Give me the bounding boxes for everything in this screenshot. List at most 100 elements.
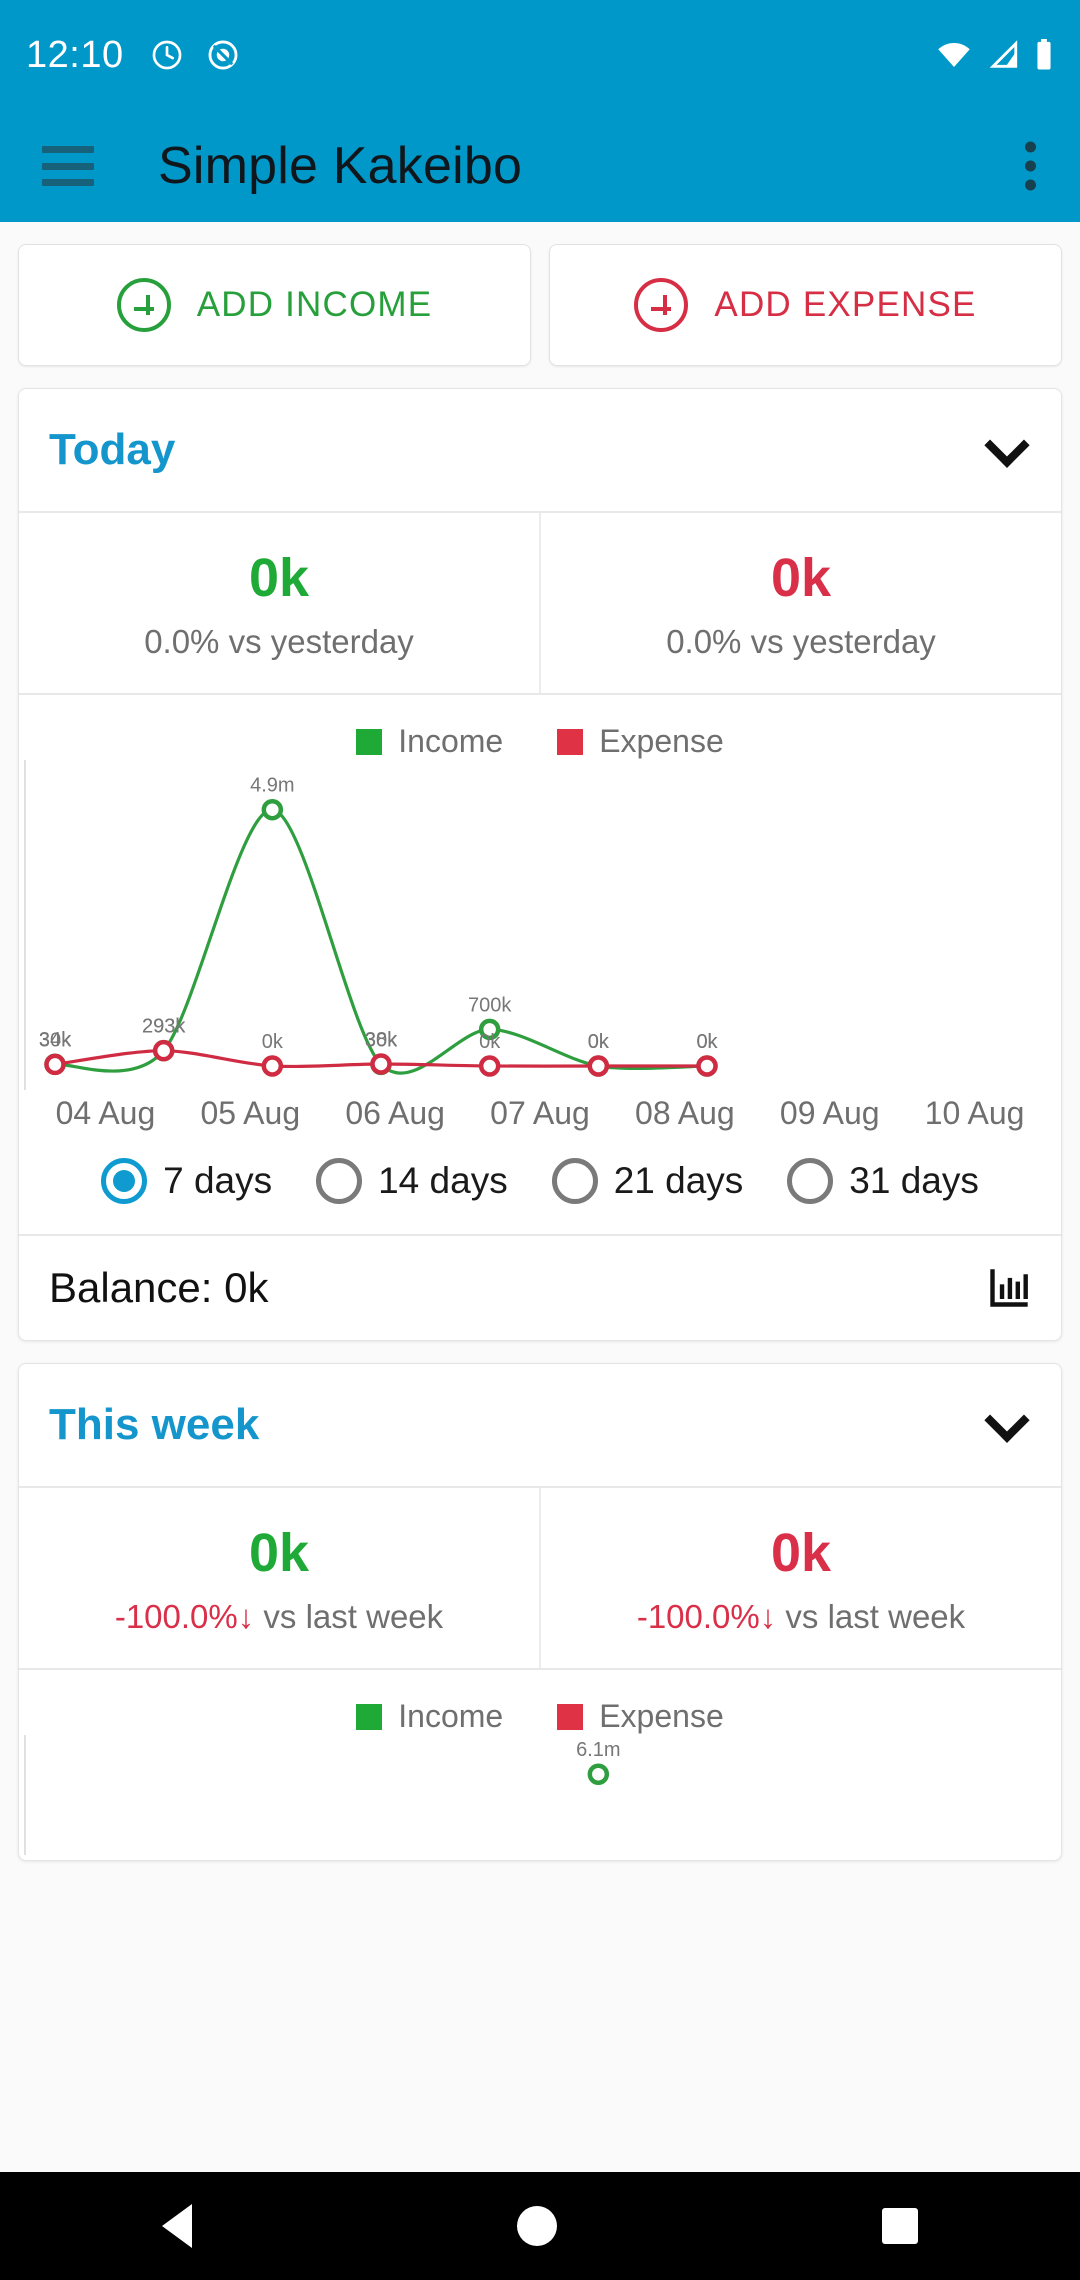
battery-icon	[1037, 39, 1051, 70]
quick-actions: ADD INCOME ADD EXPENSE	[18, 222, 1062, 366]
svg-text:293k: 293k	[142, 1016, 186, 1038]
plus-circle-icon	[634, 278, 689, 332]
today-card-header[interactable]: Today	[19, 389, 1061, 511]
today-card-title: Today	[49, 425, 176, 474]
range-option-14-days[interactable]: 14 days	[294, 1158, 530, 1205]
svg-text:0k: 0k	[262, 1031, 284, 1053]
svg-text:38k: 38k	[365, 1029, 398, 1051]
range-label: 31 days	[849, 1160, 979, 1202]
chevron-down-icon[interactable]	[984, 1397, 1030, 1443]
page-title: Simple Kakeibo	[158, 137, 523, 195]
today-income-sub: 0.0% vs yesterday	[144, 623, 414, 661]
chevron-down-icon[interactable]	[984, 422, 1030, 468]
today-chart[interactable]: 34k 293k 4.9m 30k 700k 0k 0k 30k 293k 0k 38k 0k 0k 0k	[19, 760, 1061, 1095]
sub-text: vs last week	[254, 1598, 444, 1636]
legend-income-label: Income	[398, 1698, 504, 1735]
legend-income-label: Income	[398, 723, 504, 760]
hamburger-menu-icon[interactable]	[42, 146, 94, 186]
radio-icon[interactable]	[101, 1158, 148, 1205]
legend-expense-label: Expense	[599, 1698, 724, 1735]
radio-icon[interactable]	[787, 1158, 834, 1205]
status-clock: 12:10	[26, 33, 124, 76]
this-week-expense-value: 0k	[770, 1523, 832, 1584]
svg-text:6.1m: 6.1m	[576, 1739, 620, 1761]
plus-circle-icon	[116, 278, 171, 332]
range-radio-group: 7 days 14 days 21 days 31 days	[19, 1132, 1061, 1234]
xaxis-tick: 07 Aug	[490, 1095, 590, 1132]
alarm-clock-icon	[152, 40, 181, 70]
today-expense-stat: 0k 0.0% vs yesterday	[539, 513, 1061, 694]
today-chart-legend: Income Expense	[19, 695, 1061, 760]
svg-text:0k: 0k	[696, 1031, 718, 1053]
legend-income-swatch	[356, 728, 383, 755]
radio-icon[interactable]	[316, 1158, 363, 1205]
today-stats: 0k 0.0% vs yesterday 0k 0.0% vs yesterda…	[19, 513, 1061, 694]
xaxis-tick: 06 Aug	[345, 1095, 445, 1132]
xaxis-tick: 08 Aug	[635, 1095, 735, 1132]
svg-text:0k: 0k	[588, 1031, 610, 1053]
xaxis-tick: 05 Aug	[200, 1095, 301, 1132]
xaxis-tick: 09 Aug	[779, 1095, 880, 1132]
today-line-chart-svg: 34k293k4.9m30k700k0k 0k30k293k0k 38k 0k 0k 0k	[24, 760, 719, 1091]
status-bar: 12:10	[0, 0, 1080, 110]
range-label: 14 days	[378, 1160, 508, 1202]
this-week-income-stat: 0k -100.0%↓ vs last week	[19, 1488, 539, 1668]
range-label: 21 days	[613, 1160, 744, 1202]
cellular-signal-icon	[989, 40, 1018, 68]
this-week-stats: 0k -100.0%↓ vs last week 0k -100.0%↓ vs …	[19, 1488, 1061, 1669]
xaxis-tick: 10 Aug	[924, 1095, 1025, 1132]
today-expense-value: 0k	[770, 548, 832, 608]
status-left-icons	[150, 38, 240, 72]
svg-text:0k: 0k	[479, 1031, 501, 1053]
this-week-card-title: This week	[49, 1400, 260, 1450]
app-bar: Simple Kakeibo	[0, 110, 1080, 222]
this-week-expense-sub: -100.0%↓ vs last week	[551, 1598, 1051, 1636]
sub-text: vs last week	[776, 1598, 966, 1636]
range-label: 7 days	[163, 1160, 273, 1202]
svg-text:4.9m: 4.9m	[250, 775, 294, 797]
today-chart-xaxis: 04 Aug 05 Aug 06 Aug 07 Aug 08 Aug 09 Au…	[19, 1095, 1061, 1132]
svg-text:700k: 700k	[468, 994, 512, 1016]
this-week-chart[interactable]: 6.1m	[19, 1735, 1061, 1860]
this-week-card: This week 0k -100.0%↓ vs last week 0k -1…	[18, 1363, 1062, 1862]
bar-chart-icon[interactable]	[987, 1266, 1031, 1310]
delta-badge: -100.0%↓	[114, 1598, 255, 1636]
status-right-icons	[936, 39, 1054, 71]
this-week-income-value: 0k	[248, 1523, 310, 1584]
home-icon[interactable]	[516, 2206, 557, 2246]
wifi-icon	[938, 43, 970, 67]
this-week-expense-stat: 0k -100.0%↓ vs last week	[539, 1488, 1061, 1669]
legend-expense-swatch	[557, 1703, 584, 1730]
radio-icon[interactable]	[551, 1158, 598, 1205]
svg-text:30k: 30k	[39, 1030, 72, 1052]
range-option-31-days[interactable]: 31 days	[765, 1158, 1001, 1205]
add-expense-button[interactable]: ADD EXPENSE	[549, 244, 1062, 366]
legend-expense-swatch	[557, 728, 584, 755]
this-week-chart-legend: Income Expense	[19, 1670, 1061, 1735]
do-not-disturb-icon	[208, 40, 238, 70]
range-option-7-days[interactable]: 7 days	[79, 1158, 294, 1205]
xaxis-tick: 04 Aug	[55, 1095, 156, 1132]
today-income-value: 0k	[248, 548, 310, 608]
today-expense-sub: 0.0% vs yesterday	[666, 623, 936, 661]
back-icon[interactable]	[162, 2204, 193, 2248]
today-card: Today 0k 0.0% vs yesterday 0k 0.0% vs ye…	[18, 388, 1062, 1342]
scroll-content: ADD INCOME ADD EXPENSE Today 0k 0.0% vs …	[0, 222, 1080, 1862]
add-income-label: ADD INCOME	[196, 285, 433, 324]
legend-income-swatch	[356, 1703, 383, 1730]
add-income-button[interactable]: ADD INCOME	[18, 244, 531, 366]
recents-icon[interactable]	[881, 2208, 918, 2244]
this-week-card-header[interactable]: This week	[19, 1364, 1061, 1486]
range-option-21-days[interactable]: 21 days	[530, 1158, 766, 1205]
more-vertical-icon[interactable]	[1025, 141, 1036, 191]
this-week-income-sub: -100.0%↓ vs last week	[29, 1598, 529, 1636]
today-income-stat: 0k 0.0% vs yesterday	[19, 513, 539, 693]
delta-badge: -100.0%↓	[636, 1598, 777, 1636]
app-screen: 12:10 Simple Kakeibo ADD INCOME ADD EXPE…	[0, 0, 1080, 2280]
today-balance-row: Balance: 0k	[19, 1236, 1061, 1340]
this-week-line-chart-svg: 6.1m	[24, 1735, 621, 1856]
android-nav-bar	[0, 2172, 1080, 2280]
today-balance-label: Balance: 0k	[49, 1264, 269, 1312]
legend-expense-label: Expense	[599, 723, 724, 760]
add-expense-label: ADD EXPENSE	[714, 285, 977, 324]
